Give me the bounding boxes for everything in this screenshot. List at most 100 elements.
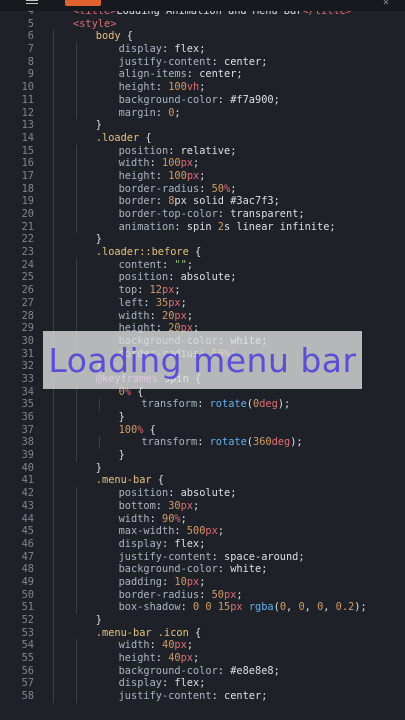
code-token: transform — [141, 398, 198, 411]
close-icon[interactable]: ✕ — [383, 0, 395, 8]
indent-guide — [53, 474, 54, 488]
code-line[interactable]: 40} — [0, 461, 405, 475]
code-token: : — [197, 436, 210, 449]
code-line[interactable]: 39} — [0, 449, 405, 462]
active-tab-indicator[interactable] — [65, 0, 101, 6]
code-line[interactable]: 21 animation: spin 2s linear infinite; — [0, 220, 405, 234]
code-line[interactable]: 28 width: 20px; — [0, 309, 405, 323]
code-token: } — [118, 411, 125, 423]
indent-guide — [53, 169, 54, 183]
indent-guide — [53, 575, 54, 589]
code-line[interactable]: 55 height: 40px; — [0, 652, 405, 665]
code-text: background-color: #f7a900; — [119, 94, 280, 107]
code-line[interactable]: 50 border-radius: 50px; — [0, 588, 405, 602]
code-line[interactable]: 45 max-width: 500px; — [0, 525, 405, 538]
code-line[interactable]: 20 border-top-color: transparent; — [0, 208, 405, 221]
code-line[interactable]: 11 background-color: #f7a900; — [0, 93, 405, 107]
code-line[interactable]: 47 justify-content: space-around; — [0, 550, 405, 564]
code-line[interactable]: 56 background-color: #e8e8e8; — [0, 664, 405, 678]
indent-guide — [75, 398, 77, 411]
code-token: ; — [193, 157, 200, 170]
code-line[interactable]: 54 width: 40px; — [0, 639, 405, 653]
code-token: background-color — [118, 93, 218, 106]
code-token: ; — [186, 258, 194, 271]
code-line[interactable]: 52} — [0, 614, 405, 627]
code-line[interactable]: 13} — [0, 119, 405, 132]
code-text: <title>Loading Animation and Menu Bar</t… — [73, 11, 352, 18]
code-token: ; — [180, 296, 187, 309]
code-token: 30 — [168, 499, 181, 512]
code-line[interactable]: 22} — [0, 233, 405, 247]
code-line[interactable]: 36} — [0, 411, 405, 424]
code-line[interactable]: 41 .menu-bar { — [0, 474, 405, 488]
code-line[interactable]: 12 margin: 0; — [0, 106, 405, 120]
code-line[interactable]: 14 .loader { — [0, 131, 405, 145]
code-line[interactable]: 10 height: 100vh; — [0, 81, 405, 94]
code-line[interactable]: 24 content: ""; — [0, 258, 405, 272]
code-line[interactable]: 57 display: flex; — [0, 677, 405, 691]
code-line[interactable]: 23 .loader::before { — [0, 246, 405, 259]
code-token: justify-content — [118, 690, 212, 703]
code-line[interactable]: 48 background-color: white; — [0, 563, 405, 576]
indent-guide — [75, 487, 77, 500]
code-line[interactable]: 43 bottom: 30px; — [0, 499, 405, 513]
code-line[interactable]: 58 justify-content: center; — [0, 690, 405, 703]
code-token: ; — [217, 525, 225, 538]
code-text: bottom: 30px; — [119, 500, 200, 513]
indent-guide — [53, 449, 54, 462]
indent-guide — [75, 449, 77, 462]
indent-guide — [75, 258, 77, 272]
code-line[interactable]: 18 border-radius: 50%; — [0, 182, 405, 196]
indent-guide — [75, 664, 77, 678]
indent-guide — [75, 220, 77, 234]
line-number: 24 — [21, 258, 34, 271]
code-line[interactable]: 8 justify-content: center; — [0, 55, 405, 69]
code-line[interactable]: 26 top: 12px; — [0, 284, 405, 297]
line-number: 38 — [21, 436, 34, 449]
line-number: 6 — [27, 30, 34, 43]
code-line[interactable]: 4 <title>Loading Animation and Menu Bar</… — [0, 11, 405, 18]
code-text: left: 35px; — [119, 297, 187, 310]
code-token: 0.2 — [335, 601, 355, 614]
code-token: ; — [174, 106, 181, 119]
line-number: 48 — [21, 563, 34, 576]
code-text: border-radius: 50px; — [119, 589, 243, 602]
code-line[interactable]: 51 box-shadow: 0 0 15px rgba(0, 0, 0, 0.2… — [0, 601, 405, 614]
code-token: 20 — [162, 309, 175, 322]
code-token: : — [149, 157, 162, 170]
line-number: 45 — [21, 525, 34, 538]
code-line[interactable]: 37 100% { — [0, 423, 405, 437]
code-token: 50 — [211, 182, 224, 195]
code-line[interactable]: 25 position: absolute; — [0, 271, 405, 285]
indent-guide — [75, 106, 77, 120]
code-token: rotate — [209, 398, 247, 411]
code-line[interactable]: 6 body { — [0, 30, 405, 44]
code-line[interactable]: 46 display: flex; — [0, 537, 405, 551]
line-number: 20 — [21, 208, 34, 220]
code-line[interactable]: 42 position: absolute; — [0, 487, 405, 500]
code-token: position — [118, 271, 169, 284]
code-line[interactable]: 27 left: 35px; — [0, 296, 405, 310]
code-line[interactable]: 19 border: 8px solid #3ac7f3; — [0, 195, 405, 208]
code-token: 12 — [149, 284, 163, 297]
code-line[interactable]: 9 align-items: center; — [0, 68, 405, 82]
indent-guide — [53, 537, 54, 551]
code-token: : relative; — [168, 144, 237, 157]
code-line[interactable]: 38 transform: rotate(360deg); — [0, 436, 405, 450]
code-token: ; — [236, 588, 243, 601]
code-token: : center; — [186, 68, 243, 81]
line-number: 58 — [21, 690, 34, 703]
code-line[interactable]: 5 <style> — [0, 18, 405, 31]
code-line[interactable]: 53 .menu-bar .icon { — [0, 626, 405, 640]
code-line[interactable]: 15 position: relative; — [0, 144, 405, 158]
line-number: 5 — [27, 17, 34, 30]
code-token: ; — [193, 499, 200, 512]
code-line[interactable]: 17 height: 100px; — [0, 169, 405, 183]
code-line[interactable]: 16 width: 100px; — [0, 157, 405, 170]
code-line[interactable]: 7 display: flex; — [0, 43, 405, 56]
code-line[interactable]: 44 width: 90%; — [0, 512, 405, 526]
code-token: 100 — [118, 423, 138, 436]
code-line[interactable]: 35 transform: rotate(0deg); — [0, 398, 405, 411]
hamburger-menu-icon[interactable] — [26, 0, 38, 5]
code-line[interactable]: 49 padding: 10px; — [0, 575, 405, 589]
